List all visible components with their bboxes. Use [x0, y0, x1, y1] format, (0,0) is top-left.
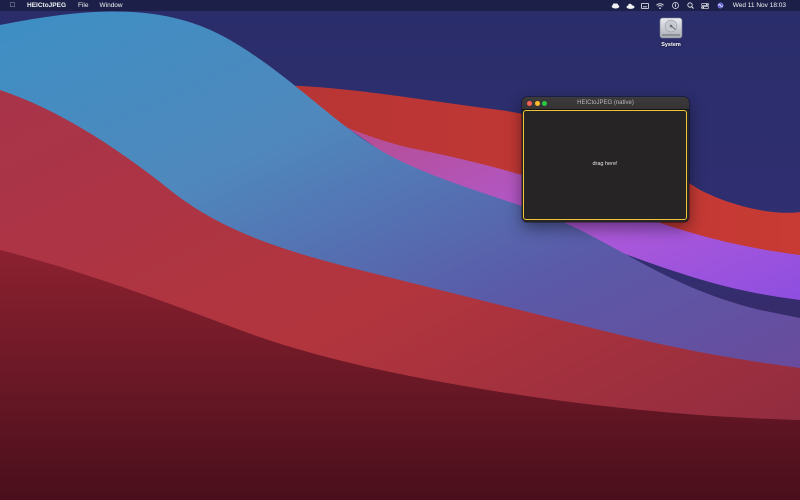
accessibility-icon[interactable]: [671, 0, 680, 11]
window-titlebar[interactable]: HEICtoJPEG (native): [522, 97, 689, 110]
siri-icon[interactable]: [716, 0, 725, 11]
weather-cloud-icon[interactable]: [611, 0, 620, 11]
window-title: HEICtoJPEG (native): [577, 100, 634, 106]
search-icon[interactable]: [686, 0, 695, 11]
wallpaper: [0, 0, 800, 500]
menu-app-name[interactable]: HEICtoJPEG: [27, 0, 66, 11]
desktop-icon-system[interactable]: System: [652, 15, 690, 48]
desktop:  HEICtoJPEG File Window: [0, 0, 800, 500]
app-window: HEICtoJPEG (native) drag here!: [522, 97, 689, 222]
hard-drive-icon: [659, 17, 683, 39]
menu-file[interactable]: File: [78, 0, 88, 11]
desktop-icon-label: System: [661, 42, 681, 48]
drop-zone-label: drag here!: [592, 161, 618, 167]
menu-bar:  HEICtoJPEG File Window: [0, 0, 800, 11]
menu-bar-clock[interactable]: Wed 11 Nov 18:03: [733, 0, 786, 11]
keyboard-icon[interactable]: [641, 0, 650, 11]
control-center-icon[interactable]: [701, 0, 710, 11]
menu-window[interactable]: Window: [100, 0, 123, 11]
drop-zone[interactable]: drag here!: [523, 110, 687, 220]
apple-menu-icon[interactable]: : [7, 0, 18, 11]
cloud-icon[interactable]: [626, 0, 635, 11]
wifi-icon[interactable]: [656, 0, 665, 11]
